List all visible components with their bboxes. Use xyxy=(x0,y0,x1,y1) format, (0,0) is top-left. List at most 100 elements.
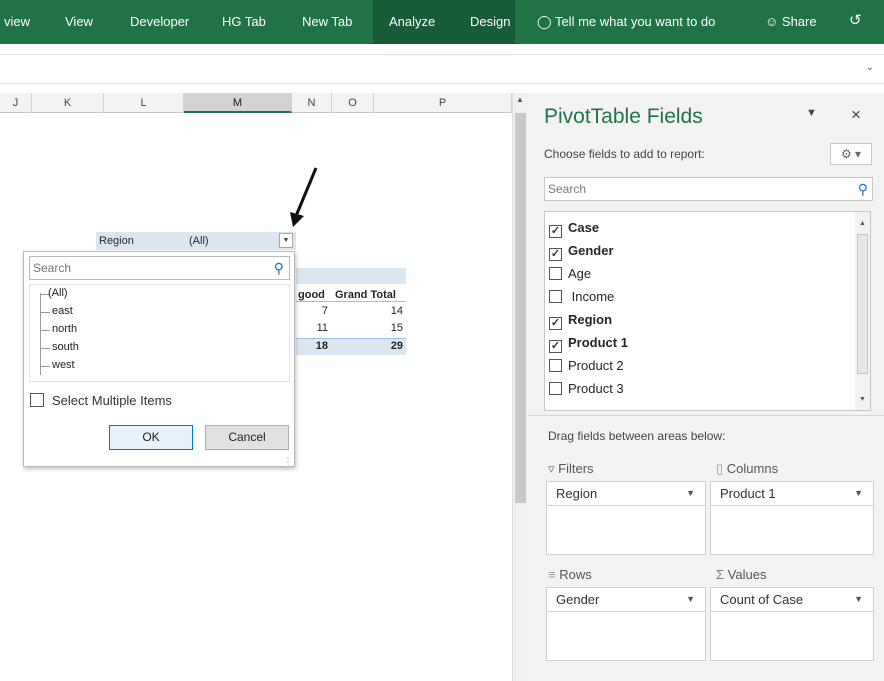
formula-bar[interactable]: ⌄ xyxy=(0,54,884,84)
area-item-label: Region xyxy=(556,486,598,501)
pivot-header-band xyxy=(296,268,406,284)
values-area-item[interactable]: Count of Case ▼ xyxy=(711,588,873,612)
filters-area[interactable]: Region ▼ xyxy=(546,481,706,555)
column-header[interactable]: K xyxy=(32,93,104,113)
field-product-1[interactable]: ✓ Product 1 xyxy=(549,335,628,353)
rows-icon: ≡ xyxy=(548,567,556,582)
checkbox-checked[interactable]: ✓ xyxy=(549,225,562,238)
column-header[interactable]: L xyxy=(104,93,184,113)
scroll-up-icon[interactable]: ▲ xyxy=(859,220,866,227)
cell-total[interactable]: 14 xyxy=(355,305,403,317)
search-icon[interactable]: ⚲ xyxy=(858,178,868,200)
checkbox[interactable] xyxy=(549,382,562,395)
cell-grand-total[interactable]: 29 xyxy=(355,340,403,352)
cell-good[interactable]: 11 xyxy=(300,322,328,334)
checkbox[interactable] xyxy=(549,359,562,372)
rows-area-label: ≡ Rows xyxy=(548,567,592,582)
field-list-scrollbar[interactable]: ▲ ▼ xyxy=(855,211,871,411)
area-item-label: Gender xyxy=(556,592,600,607)
drag-hint: Drag fields between areas below: xyxy=(548,429,726,443)
filter-dropdown-button[interactable]: ▼ xyxy=(279,233,293,248)
filter-item-west[interactable]: west xyxy=(52,359,75,371)
gear-icon[interactable]: ⚙ ▾ xyxy=(830,143,872,165)
select-multiple-label: Select Multiple Items xyxy=(52,393,172,408)
cell-good-total[interactable]: 18 xyxy=(300,340,328,352)
filters-area-label: ▿ Filters xyxy=(548,461,594,477)
filter-search-input[interactable]: Search ⚲ xyxy=(29,256,290,280)
field-gender[interactable]: ✓ Gender xyxy=(549,243,614,261)
values-area[interactable]: Count of Case ▼ xyxy=(710,587,874,661)
rows-area-item[interactable]: Gender ▼ xyxy=(547,588,705,612)
tab-analyze[interactable]: Analyze xyxy=(389,14,435,29)
checkbox-checked[interactable]: ✓ xyxy=(549,317,562,330)
filter-dropdown-popup: Search ⚲ (All) east north south west Sel… xyxy=(23,251,295,467)
dropdown-arrow-icon[interactable]: ▼ xyxy=(686,482,695,505)
column-header[interactable]: J xyxy=(0,93,32,113)
field-region[interactable]: ✓ Region xyxy=(549,312,612,330)
field-product-3[interactable]: Product 3 xyxy=(549,381,624,396)
search-icon[interactable]: ⚲ xyxy=(274,257,284,279)
tab-review[interactable]: view xyxy=(4,14,30,29)
tab-developer[interactable]: Developer xyxy=(130,14,189,29)
pivottable-fields-pane: PivotTable Fields ▼ × Choose fields to a… xyxy=(528,93,884,681)
column-header[interactable]: P xyxy=(374,93,512,113)
dropdown-arrow-icon[interactable]: ▼ xyxy=(854,482,863,505)
tell-me-box[interactable]: ◯ Tell me what you want to do xyxy=(537,14,715,30)
cell-total[interactable]: 15 xyxy=(355,322,403,334)
tab-design[interactable]: Design xyxy=(470,14,510,29)
close-icon[interactable]: × xyxy=(851,105,861,125)
checkbox[interactable] xyxy=(549,267,562,280)
column-header[interactable]: N xyxy=(292,93,332,113)
filter-item-south[interactable]: south xyxy=(52,341,79,353)
divider xyxy=(296,301,406,302)
field-label: Region xyxy=(568,312,613,327)
ribbon: view View Developer HG Tab New Tab Analy… xyxy=(0,0,884,44)
dropdown-arrow-icon[interactable]: ▼ xyxy=(854,588,863,611)
field-product-2[interactable]: Product 2 xyxy=(549,358,624,373)
values-label: Values xyxy=(727,567,767,582)
field-income[interactable]: Income xyxy=(549,289,614,304)
filter-item-north[interactable]: north xyxy=(52,323,77,335)
resize-handle-icon[interactable]: ⋮ xyxy=(284,457,292,466)
field-label: Product 3 xyxy=(568,381,624,396)
columns-area[interactable]: Product 1 ▼ xyxy=(710,481,874,555)
filter-item-east[interactable]: east xyxy=(52,305,73,317)
field-search-input[interactable]: Search ⚲ xyxy=(544,177,873,201)
filter-item-all[interactable]: (All) xyxy=(48,287,68,299)
column-header-selected[interactable]: M xyxy=(184,93,292,113)
ok-button[interactable]: OK xyxy=(109,425,193,450)
rows-area[interactable]: Gender ▼ xyxy=(546,587,706,661)
filters-label: Filters xyxy=(558,461,594,476)
scroll-up-icon[interactable]: ▲ xyxy=(516,95,524,104)
columns-area-item[interactable]: Product 1 ▼ xyxy=(711,482,873,506)
rows-label: Rows xyxy=(559,567,592,582)
field-search-placeholder: Search xyxy=(548,182,587,196)
field-case[interactable]: ✓ Case xyxy=(549,220,599,238)
scrollbar-thumb[interactable] xyxy=(857,234,868,374)
field-label: Age xyxy=(568,266,592,281)
share-label: Share xyxy=(781,14,817,29)
field-age[interactable]: Age xyxy=(549,266,591,281)
checkbox[interactable] xyxy=(549,290,562,303)
header-grand-total: Grand Total xyxy=(335,289,396,301)
filter-item-list: (All) east north south west xyxy=(29,284,290,382)
filters-area-item[interactable]: Region ▼ xyxy=(547,482,705,506)
select-multiple-checkbox[interactable] xyxy=(30,393,44,407)
divider xyxy=(528,415,884,416)
share-button[interactable]: ☺ Share xyxy=(765,14,817,29)
tab-new[interactable]: New Tab xyxy=(302,14,352,29)
cancel-button[interactable]: Cancel xyxy=(205,425,289,450)
column-header[interactable]: O xyxy=(332,93,374,113)
sheet-scrollbar[interactable]: ▲ xyxy=(512,93,528,681)
history-icon[interactable]: ↺ xyxy=(849,11,862,29)
checkbox-checked[interactable]: ✓ xyxy=(549,248,562,261)
tab-hg[interactable]: HG Tab xyxy=(222,14,266,29)
cell-good[interactable]: 7 xyxy=(300,305,328,317)
tab-view[interactable]: View xyxy=(65,14,93,29)
chevron-down-icon[interactable]: ⌄ xyxy=(866,62,874,73)
scrollbar-thumb[interactable] xyxy=(515,113,526,503)
scroll-down-icon[interactable]: ▼ xyxy=(859,396,866,403)
checkbox-checked[interactable]: ✓ xyxy=(549,340,562,353)
pane-options-chevron-icon[interactable]: ▼ xyxy=(806,107,817,119)
dropdown-arrow-icon[interactable]: ▼ xyxy=(686,588,695,611)
